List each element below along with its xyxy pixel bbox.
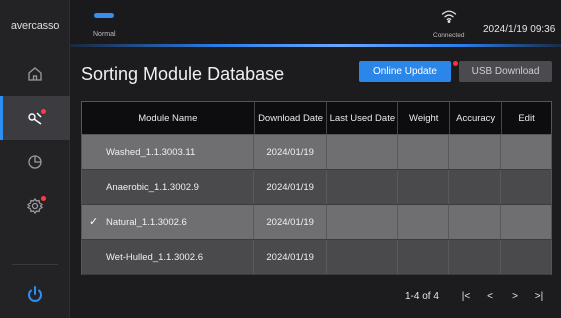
column-header-last-used-date: Last Used Date [327,102,399,134]
accuracy-cell [449,135,502,169]
last-page-button[interactable]: >| [532,289,546,303]
table-row-selected[interactable]: ✓ Natural_1.1.3002.6 2024/01/19 [81,205,552,240]
module-table: Module Name Download Date Last Used Date… [81,101,552,275]
last-used-date-cell [327,170,398,204]
column-header-accuracy: Accuracy [450,102,503,134]
column-header-weight: Weight [398,102,451,134]
sidebar: avercasso [0,0,70,318]
pagination-range: 1-4 of 4 [405,291,439,302]
module-name-cell: Washed_1.1.3003.11 [82,135,255,169]
module-name-text: Natural_1.1.3002.6 [106,216,187,228]
column-header-module-name: Module Name [82,102,255,134]
status-indicator [94,13,114,18]
wifi-icon [441,10,457,23]
check-icon: ✓ [89,216,99,228]
table-row[interactable]: Wet-Hulled_1.1.3002.6 2024/01/19 [81,240,552,275]
brand-logo: avercasso [10,20,60,32]
accuracy-cell [449,240,502,274]
accuracy-cell [449,205,502,239]
alert-dot [41,109,46,114]
last-used-date-cell [327,205,398,239]
accuracy-cell [449,170,502,204]
last-used-date-cell [327,135,398,169]
module-name-cell: ✓ Natural_1.1.3002.6 [82,205,255,239]
download-date-cell: 2024/01/19 [254,135,327,169]
sidebar-divider [12,264,58,265]
download-date-cell: 2024/01/19 [254,205,327,239]
edit-cell[interactable] [501,240,551,274]
home-icon [28,67,42,81]
module-name-cell: Wet-Hulled_1.1.3002.6 [82,240,255,274]
first-page-button[interactable]: |< [459,289,473,303]
download-date-cell: 2024/01/19 [254,170,327,204]
online-update-button[interactable]: Online Update [359,61,451,82]
column-header-edit: Edit [518,112,535,124]
weight-cell [398,135,450,169]
edit-cell[interactable] [501,170,551,204]
nav-home-button[interactable] [0,52,70,96]
page-title: Sorting Module Database [81,64,285,84]
nav-sorting-module-button[interactable] [0,96,70,140]
settings-alert-dot [41,196,46,201]
usb-download-button[interactable]: USB Download [459,61,552,82]
nav-settings-button[interactable] [0,184,70,228]
power-icon [28,286,42,302]
download-date-cell: 2024/01/19 [254,240,327,274]
update-alert-dot [453,61,458,66]
weight-cell [398,170,450,204]
pie-chart-icon [28,155,42,169]
last-used-date-cell [327,240,398,274]
table-header: Module Name Download Date Last Used Date… [81,101,552,135]
nav-statistics-button[interactable] [0,140,70,184]
top-bar-glow [70,44,561,47]
power-button[interactable] [0,276,70,312]
prev-page-button[interactable]: < [483,289,497,303]
edit-cell[interactable] [501,135,551,169]
next-page-button[interactable]: > [508,289,522,303]
edit-cell[interactable] [501,205,551,239]
datetime: 2024/1/19 09:36 [483,24,556,35]
weight-cell [398,240,450,274]
top-bar [70,0,561,46]
table-row[interactable]: Anaerobic_1.1.3002.9 2024/01/19 [81,170,552,205]
table-row[interactable]: Washed_1.1.3003.11 2024/01/19 [81,135,552,170]
connection-status: Connected [433,32,465,39]
status-mode-label: Normal [93,31,116,38]
module-name-cell: Anaerobic_1.1.3002.9 [82,170,255,204]
column-header-download-date: Download Date [255,102,328,134]
weight-cell [398,205,450,239]
